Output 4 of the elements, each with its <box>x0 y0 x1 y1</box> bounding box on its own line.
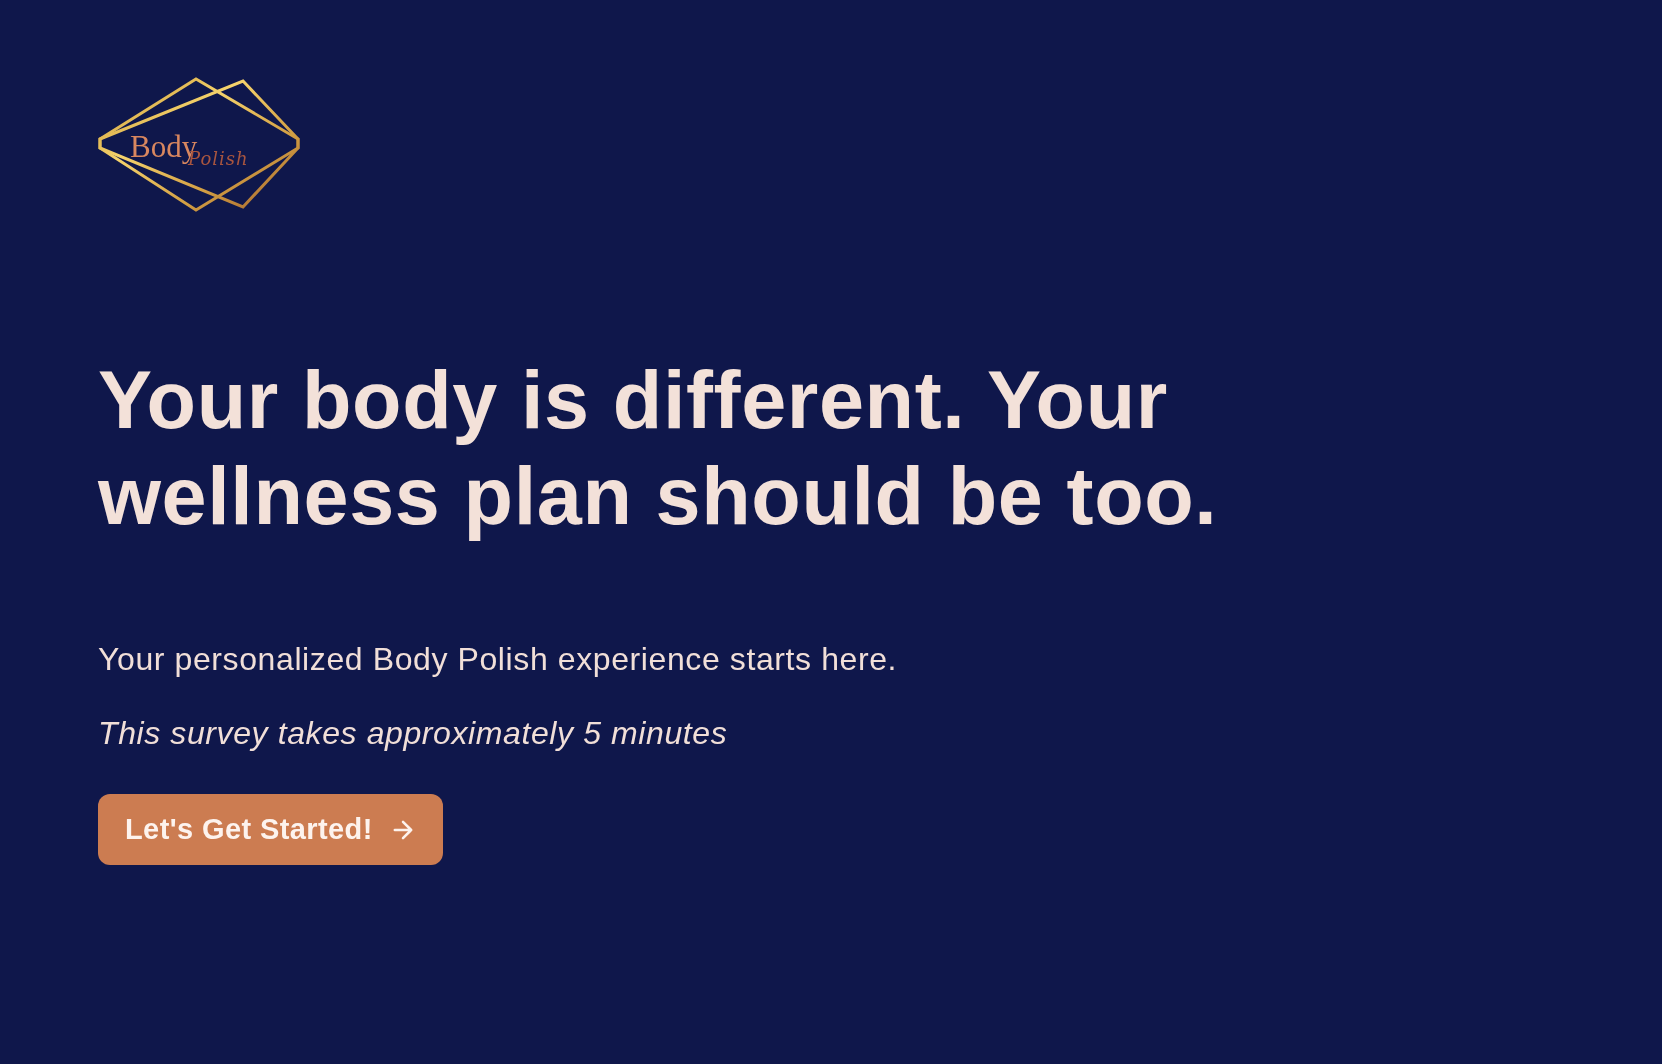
intro-text: Your personalized Body Polish experience starts here. <box>98 641 898 677</box>
headline: Your body is different. Your wellness plan should be too. <box>98 354 1219 543</box>
start-button[interactable]: Let's Get Started! <box>98 794 443 865</box>
duration-note: This survey takes approximately 5 minutes <box>98 715 728 751</box>
